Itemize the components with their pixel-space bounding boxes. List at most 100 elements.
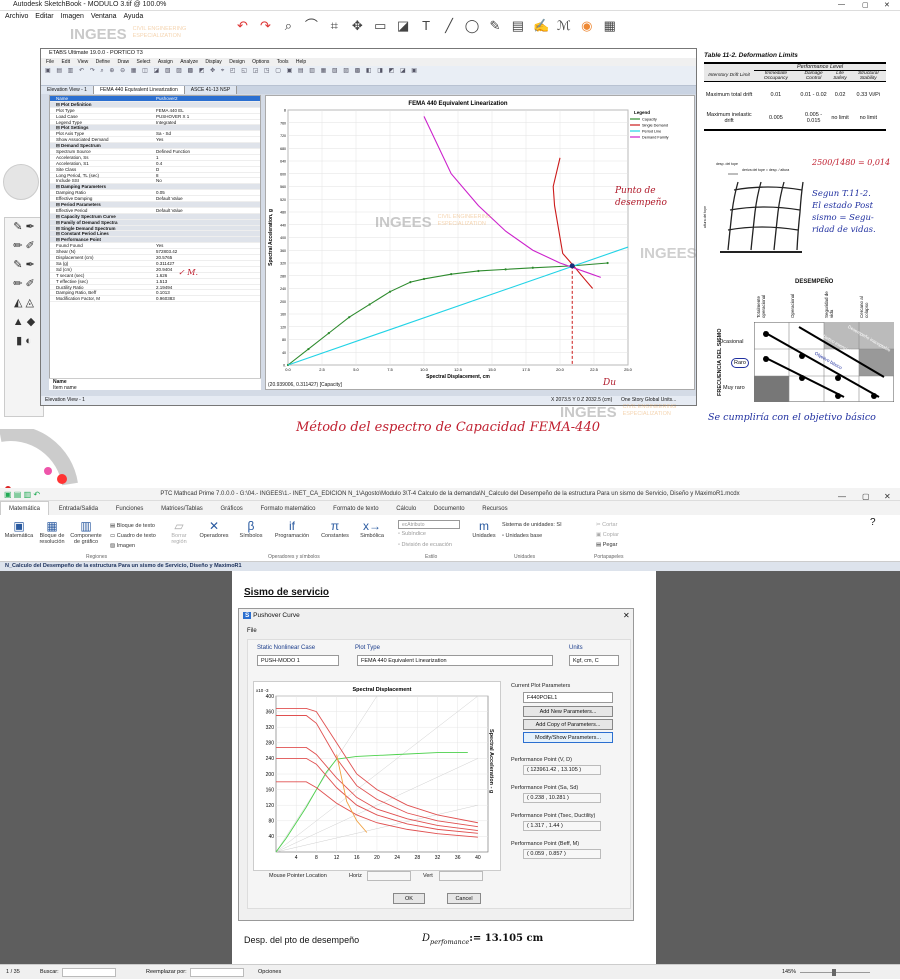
property-row[interactable]: Modification Factor, M 0.960383 — [50, 296, 260, 303]
et-menu-select[interactable]: Select — [137, 59, 151, 65]
ok-button[interactable]: OK — [393, 893, 425, 904]
tab-fema440[interactable]: FEMA 440 Equivalent Linearization — [93, 86, 185, 94]
modify-params-button[interactable]: Modify/Show Parameters... — [523, 732, 613, 743]
lagoon-menu[interactable] — [0, 425, 90, 492]
et-menu-analyze[interactable]: Analyze — [180, 59, 198, 65]
btn-constantes[interactable]: π Constantes — [318, 519, 352, 539]
et-menu-help[interactable]: Help — [296, 59, 306, 65]
zoom-slider-thumb[interactable] — [832, 969, 836, 976]
units-select[interactable]: Kgf, cm, C — [569, 655, 619, 666]
btn-division[interactable]: ▫ División de ecuación — [398, 540, 460, 551]
add-new-params-button[interactable]: Add New Parameters... — [523, 706, 613, 717]
btn-cortar[interactable]: ✂ Cortar — [596, 520, 619, 530]
pen-icon[interactable]: ✎ — [487, 18, 502, 33]
btn-programacion[interactable]: if Programación — [272, 519, 312, 539]
symmetry-icon[interactable]: ◪ — [396, 18, 411, 33]
menu-archivo[interactable]: Archivo — [5, 13, 28, 20]
line-icon[interactable]: ╱ — [442, 18, 457, 33]
buscar-input[interactable] — [62, 968, 116, 977]
menu-imagen[interactable]: Imagen — [61, 13, 84, 20]
tab-matematica[interactable]: Matemática — [0, 501, 50, 516]
case-label: Static Nonlinear Case — [257, 645, 316, 651]
btn-imagen[interactable]: ▨ Imagen — [110, 541, 156, 551]
menu-editar[interactable]: Editar — [35, 13, 53, 20]
maximize-button[interactable]: ▢ — [862, 1, 869, 9]
fema-xlabel: Spectral Displacement, cm — [426, 374, 490, 379]
btn-cuadro-texto[interactable]: ▭ Cuadro de texto — [110, 531, 156, 541]
ruler-icon[interactable]: ▭ — [373, 18, 388, 33]
btn-matematica[interactable]: ▣ Matemática — [4, 519, 34, 539]
tab-matrices[interactable]: Matrices/Tablas — [153, 502, 211, 516]
btn-unidades-base[interactable]: ▫ Unidades base — [502, 531, 562, 542]
plot-type-select[interactable]: FEMA 440 Equivalent Linearization — [357, 655, 553, 666]
redo-icon[interactable]: ↷ — [258, 18, 273, 33]
lasso-icon[interactable]: ⌒ — [304, 18, 319, 33]
et-menu-draw[interactable]: Draw — [117, 59, 129, 65]
properties-grid[interactable]: Name Pushover2 ⊟ Plot Definition Plot Type F… — [49, 95, 261, 390]
tab-recursos[interactable]: Recursos — [474, 502, 515, 516]
ellipse-icon[interactable]: ◯ — [465, 18, 480, 33]
add-copy-params-button[interactable]: Add Copy of Parameters... — [523, 719, 613, 730]
btn-simbolica[interactable]: x→ Simbólica — [356, 519, 388, 539]
fema-y-tick: 80 — [282, 338, 286, 342]
cancel-button[interactable]: Cancel — [447, 893, 481, 904]
minimize-button[interactable]: — — [838, 1, 845, 8]
tab-funciones[interactable]: Funciones — [108, 502, 152, 516]
et-menu-file[interactable]: File — [46, 59, 54, 65]
btn-operadores[interactable]: ✕ Operadores — [198, 519, 230, 539]
btn-copiar[interactable]: ▣ Copiar — [596, 530, 619, 540]
current-params-select[interactable]: F440POEL1 — [523, 692, 613, 703]
tab-formato-matematico[interactable]: Formato matemático — [252, 502, 323, 516]
transform-icon[interactable]: ✥ — [350, 18, 365, 33]
help-icon[interactable]: ? — [870, 517, 876, 528]
undo-icon[interactable]: ↶ — [235, 18, 250, 33]
desp-formula[interactable]: Dperfomance:= 13.105 cm — [422, 933, 543, 946]
menu-ventana[interactable]: Ventana — [91, 13, 117, 20]
et-menu-define[interactable]: Define — [96, 59, 110, 65]
tab-formato-texto[interactable]: Formato de texto — [325, 502, 386, 516]
layers-icon[interactable]: ▤ — [510, 18, 525, 33]
btn-pegar[interactable]: ▤ Pegar — [596, 540, 619, 550]
et-menu-view[interactable]: View — [77, 59, 88, 65]
case-select[interactable]: PUSH-MODO 1 — [257, 655, 339, 666]
et-menu-display[interactable]: Display — [205, 59, 221, 65]
color-wheel-icon[interactable]: ◉ — [579, 18, 594, 33]
btn-bloque-texto[interactable]: ▤ Bloque de texto — [110, 521, 156, 531]
copic-icon[interactable]: ℳ — [556, 18, 571, 33]
btn-subindice[interactable]: ▫ Subíndice — [398, 529, 460, 540]
btn-borrar-region[interactable]: ▱ Borrar región — [166, 519, 192, 545]
sistema-unidades[interactable]: Sistema de unidades: SI — [502, 520, 562, 531]
puck-icon[interactable] — [3, 164, 39, 200]
et-menu-options[interactable]: Options — [252, 59, 269, 65]
text-icon[interactable]: T — [419, 18, 434, 33]
menu-ayuda[interactable]: Ayuda — [124, 13, 144, 20]
dialog-menu-file[interactable]: File — [247, 628, 257, 634]
tab-graficos[interactable]: Gráficos — [212, 502, 250, 516]
zoom-icon[interactable]: ⌕ — [281, 18, 296, 33]
tab-asce41[interactable]: ASCE 41-13 NSP — [184, 86, 238, 94]
tab-calculo[interactable]: Cálculo — [388, 502, 424, 516]
et-menu-assign[interactable]: Assign — [158, 59, 173, 65]
close-button[interactable]: ✕ — [884, 1, 890, 9]
btn-componente-grafico[interactable]: ▥ Componente de gráfico — [69, 519, 103, 545]
document-tab[interactable]: N_Calculo del Desempeño de la estructura… — [0, 562, 900, 571]
et-menu-edit[interactable]: Edit — [61, 59, 70, 65]
brush-icon[interactable]: ✍ — [533, 18, 549, 33]
opciones-menu[interactable]: Opciones — [258, 965, 281, 980]
annotation-metodo: Método del espectro de Capacidad FEMA-44… — [296, 420, 600, 435]
tab-elevation[interactable]: Elevation View - 1 — [41, 86, 94, 94]
po-x-tick: 24 — [394, 855, 400, 861]
tab-entrada-salida[interactable]: Entrada/Salida — [51, 502, 106, 516]
estilo-select[interactable]: ecAtributo — [398, 520, 460, 529]
reemplazar-input[interactable] — [190, 968, 244, 977]
btn-unidades[interactable]: m Unidades — [470, 519, 498, 539]
dialog-close-button[interactable]: ✕ — [623, 611, 630, 620]
brush-library-icon[interactable]: ▦ — [602, 18, 617, 33]
btn-simbolos[interactable]: β Símbolos — [236, 519, 266, 539]
et-menu-tools[interactable]: Tools — [277, 59, 289, 65]
eraser-icon: ▱ — [174, 519, 184, 533]
et-menu-design[interactable]: Design — [229, 59, 245, 65]
crop-icon[interactable]: ⌗ — [327, 18, 342, 33]
btn-bloque-resolucion[interactable]: ▦ Bloque de resolución — [36, 519, 68, 545]
tab-documento[interactable]: Documento — [426, 502, 473, 516]
